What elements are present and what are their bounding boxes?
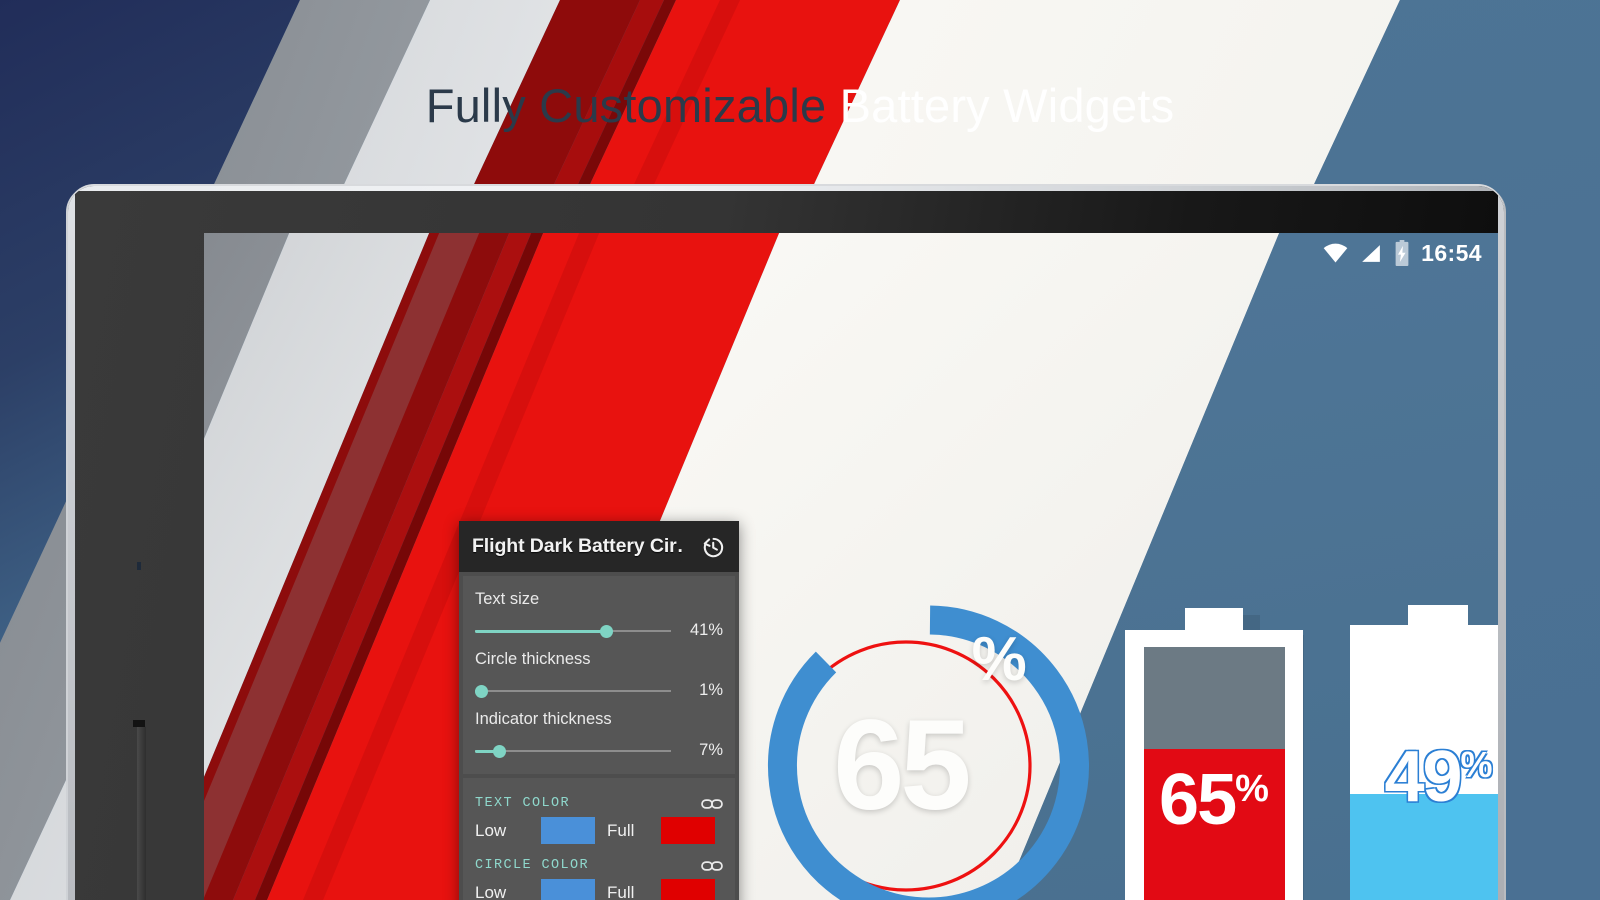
tablet-right-edge (1498, 186, 1504, 900)
circle-battery-percent-text: 65% (760, 593, 1100, 900)
circle-color-low-swatch[interactable] (541, 879, 595, 900)
circle-percent-value: 65 (833, 693, 971, 837)
battery-red-percent-symbol: % (1235, 768, 1269, 810)
slider-indicator-thickness-value: 7% (699, 741, 723, 759)
circle-color-full-label: Full (607, 882, 635, 900)
status-bar-clock: 16:54 (1421, 239, 1482, 266)
circle-percent-symbol: % (971, 625, 1027, 694)
promo-headline: Fully Customizable Battery Widgets (0, 78, 1600, 133)
circle-color-full-swatch[interactable] (661, 879, 715, 900)
headline-segment-light: Battery Widgets (839, 79, 1175, 132)
slider-thumb[interactable] (474, 684, 488, 698)
headline-segment-dark: Fully Customizable (425, 79, 840, 132)
text-color-full-label: Full (607, 820, 635, 840)
bar-battery-widget-blue[interactable]: 49% (1350, 605, 1498, 900)
circle-color-title: CIRCLE COLOR (475, 858, 590, 873)
promo-screenshot: Fully Customizable Battery Widgets 16:54… (0, 0, 1600, 900)
slider-indicator-thickness-track[interactable] (475, 743, 671, 759)
text-color-full-swatch[interactable] (661, 817, 715, 844)
wifi-icon (1323, 243, 1348, 262)
circle-battery-widget[interactable]: 65% (760, 593, 1100, 900)
slider-circle-thickness[interactable]: Circle thickness 1% (474, 644, 723, 704)
slider-track-base (475, 689, 671, 692)
slider-circle-thickness-track[interactable] (474, 683, 671, 699)
link-chain-icon[interactable] (701, 797, 723, 811)
bar-battery-widget-red[interactable]: 65% (1125, 608, 1303, 900)
slider-text-size-value: 41% (689, 621, 723, 639)
panel-header: Flight Dark Battery Cir… (459, 521, 739, 572)
status-bar: 16:54 (204, 233, 1498, 273)
cell-signal-icon (1362, 244, 1381, 262)
slider-circle-thickness-value: 1% (699, 681, 723, 699)
text-color-row: Low Full (475, 817, 723, 844)
power-button[interactable] (137, 562, 141, 570)
colors-card: TEXT COLOR Low Full CIRCLE COLOR Low Ful… (463, 778, 735, 900)
slider-track-fill (475, 629, 607, 633)
battery-blue-percent-text: 49% (1350, 737, 1498, 817)
battery-red-percent-value: 65 (1159, 760, 1237, 840)
slider-thumb[interactable] (492, 744, 506, 758)
circle-color-low-label: Low (475, 882, 507, 900)
tablet-device: 16:54 65% 65 % 49 % Flight Dark Battery … (68, 186, 1504, 900)
tablet-left-edge (68, 186, 75, 900)
history-restore-icon[interactable] (700, 534, 726, 560)
slider-indicator-thickness[interactable]: Indicator thickness 7% (475, 704, 723, 764)
link-chain-icon[interactable] (701, 859, 723, 873)
circle-color-header: CIRCLE COLOR (475, 858, 723, 873)
slider-thumb[interactable] (600, 624, 614, 638)
battery-red-cap (1185, 608, 1243, 632)
battery-blue-percent-value: 49 (1384, 737, 1462, 817)
slider-text-size-label: Text size (475, 590, 540, 608)
battery-blue-cap (1408, 605, 1468, 627)
sliders-card: Text size 41% Circle thickness 1% Indica… (463, 576, 735, 774)
battery-charging-icon (1395, 240, 1409, 266)
volume-button[interactable] (133, 720, 146, 900)
text-color-header: TEXT COLOR (475, 796, 723, 811)
battery-red-percent-text: 65% (1125, 760, 1303, 840)
widget-config-panel: Flight Dark Battery Cir… Text size 41% C… (459, 521, 739, 900)
slider-text-size[interactable]: Text size 41% (475, 584, 723, 644)
panel-title-text: Flight Dark Battery Cir… (472, 535, 684, 557)
tablet-screen: 16:54 65% 65 % 49 % Flight Dark Battery … (204, 233, 1498, 900)
battery-blue-percent-symbol: % (1460, 744, 1493, 785)
circle-color-row: Low Full (475, 879, 723, 900)
text-color-title: TEXT COLOR (475, 796, 571, 811)
slider-indicator-thickness-label: Indicator thickness (475, 710, 612, 728)
slider-circle-thickness-label: Circle thickness (475, 650, 591, 668)
text-color-low-swatch[interactable] (541, 817, 595, 844)
slider-text-size-track[interactable] (475, 623, 671, 639)
text-color-low-label: Low (475, 820, 507, 840)
